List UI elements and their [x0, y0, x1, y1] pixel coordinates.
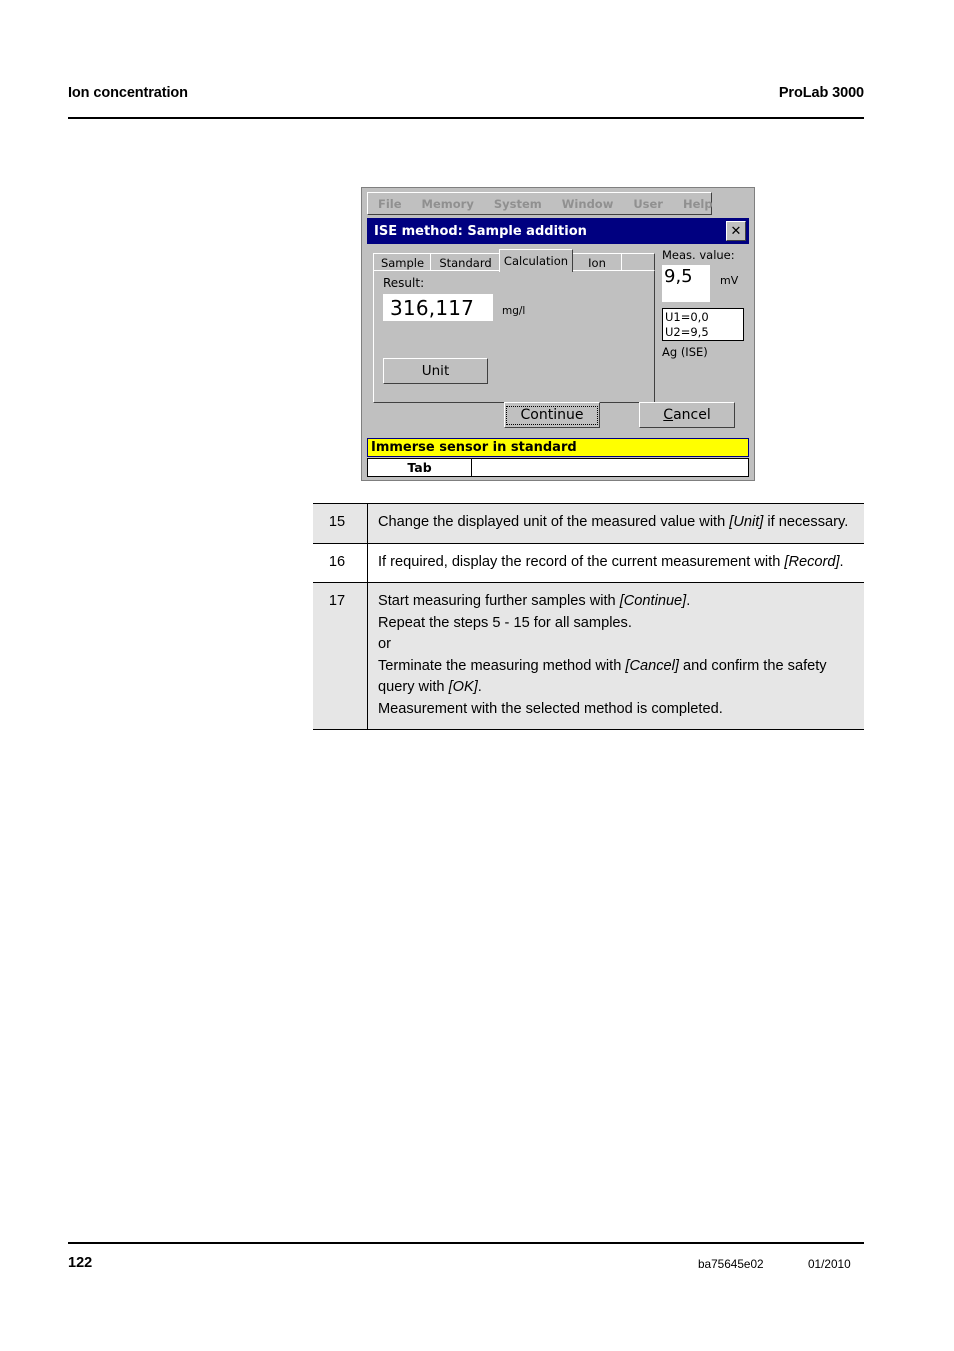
- step-description: If required, display the record of the c…: [367, 542, 864, 583]
- button-reference: [Record]: [784, 553, 840, 570]
- step-number: 15: [313, 503, 368, 543]
- tab-sample[interactable]: Sample: [373, 253, 432, 271]
- status-tab-cell[interactable]: Tab: [368, 459, 472, 476]
- step-line: Terminate the measuring method with [Can…: [378, 656, 856, 699]
- step-line: or: [378, 634, 856, 656]
- button-reference: [Unit]: [729, 514, 764, 530]
- button-reference: [Continue]: [619, 593, 687, 609]
- tab-calculation[interactable]: Calculation: [499, 249, 573, 272]
- menu-item-user[interactable]: User: [633, 197, 663, 211]
- cancel-label-rest: ancel: [673, 407, 711, 423]
- cancel-accelerator: C: [663, 407, 674, 423]
- result-value-field: 316,117: [383, 294, 493, 321]
- tab-strip-filler: [621, 253, 655, 271]
- step-text: Start measuring further samples with: [378, 593, 620, 609]
- result-label: Result:: [383, 276, 425, 290]
- step-line: Repeat the steps 5 - 15 for all samples.: [378, 613, 856, 635]
- close-icon[interactable]: ✕: [726, 221, 746, 241]
- tab-strip: Sample Standard Calculation Ion: [373, 249, 655, 272]
- menu-item-memory[interactable]: Memory: [422, 197, 474, 211]
- step-text: .: [477, 679, 482, 695]
- menu-item-system[interactable]: System: [494, 197, 542, 211]
- tab-ion[interactable]: Ion: [571, 253, 623, 271]
- menu-item-window[interactable]: Window: [562, 197, 614, 211]
- header-divider: [68, 117, 864, 119]
- dialog-button-row: Continue Cancel: [367, 402, 749, 432]
- sensor-label: Ag (ISE): [662, 345, 708, 359]
- measured-value-panel: Meas. value: 9,5 mV U1=0,0 U2=9,5 Ag (IS…: [662, 246, 746, 403]
- status-message-bar: Immerse sensor in standard: [367, 438, 749, 457]
- u1-value: U1=0,0: [665, 310, 709, 324]
- footer-divider: [68, 1242, 864, 1244]
- u2-value: U2=9,5: [665, 325, 709, 339]
- button-reference: [Cancel]: [625, 657, 679, 674]
- step-description: Change the displayed unit of the measure…: [367, 503, 864, 543]
- cancel-button[interactable]: Cancel: [639, 402, 735, 428]
- bottom-status-bar: Tab: [367, 458, 749, 477]
- step-number: 17: [313, 582, 368, 730]
- step-description: Start measuring further samples with [Co…: [367, 582, 864, 730]
- step-text: .: [686, 593, 691, 609]
- procedure-steps-table: 15 Change the displayed unit of the measu…: [313, 503, 864, 730]
- step-line: Change the displayed unit of the measure…: [378, 512, 856, 534]
- calculation-tab-page: Result: 316,117 mg/l Unit: [373, 270, 655, 403]
- step-text: Measurement with the selected method is …: [378, 700, 723, 717]
- continue-button[interactable]: Continue: [504, 402, 600, 428]
- step-line: Measurement with the selected method is …: [378, 699, 856, 721]
- ise-method-dialog-screenshot: File Memory System Window User Help ISE metho…: [361, 187, 755, 481]
- document-date: 01/2010: [808, 1257, 851, 1271]
- voltage-readout-box: U1=0,0 U2=9,5: [662, 308, 744, 341]
- button-reference: [OK]: [448, 679, 478, 695]
- step-text: If required, display the record of the c…: [378, 553, 785, 570]
- result-unit-label: mg/l: [502, 305, 526, 317]
- step-line: If required, display the record of the c…: [378, 552, 856, 574]
- menu-bar: File Memory System Window User Help: [367, 192, 713, 215]
- header-chapter-title: Ion concentration: [68, 85, 188, 101]
- header-product-name: ProLab 3000: [778, 85, 864, 101]
- step-text: if necessary.: [763, 514, 849, 530]
- step-text: Change the displayed unit of the measure…: [378, 514, 730, 530]
- step-text: or: [378, 636, 391, 652]
- page-footer: 122 ba75645e02 01/2010: [68, 1255, 864, 1279]
- running-header: Ion concentration ProLab 3000: [68, 85, 864, 115]
- step-text: Repeat the steps 5 - 15 for all samples.: [378, 614, 632, 631]
- table-row: 15 Change the displayed unit of the measu…: [313, 503, 864, 543]
- menu-item-help[interactable]: Help: [683, 197, 713, 211]
- step-line: Start measuring further samples with [Co…: [378, 591, 856, 613]
- table-row: 16 If required, display the record of the…: [313, 542, 864, 583]
- dialog-title: ISE method: Sample addition: [374, 223, 587, 239]
- dialog-client-area: Sample Standard Calculation Ion Result: 316…: [367, 244, 749, 436]
- continue-button-label: Continue: [505, 405, 599, 425]
- step-number: 16: [313, 542, 368, 583]
- page-number: 122: [68, 1255, 93, 1271]
- step-text: Terminate the measuring method with: [378, 657, 626, 674]
- tab-standard[interactable]: Standard: [430, 253, 501, 271]
- measured-value-unit: mV: [720, 274, 739, 287]
- menu-item-file[interactable]: File: [378, 197, 402, 211]
- measured-value-field: 9,5: [662, 265, 710, 302]
- cancel-button-label: Cancel: [663, 407, 710, 423]
- unit-button[interactable]: Unit: [383, 358, 488, 384]
- table-row: 17 Start measuring further samples with […: [313, 582, 864, 730]
- document-number: ba75645e02: [698, 1257, 764, 1271]
- step-text: .: [839, 553, 844, 570]
- dialog-titlebar: ISE method: Sample addition ✕: [367, 218, 749, 244]
- measured-value-label: Meas. value:: [662, 248, 735, 262]
